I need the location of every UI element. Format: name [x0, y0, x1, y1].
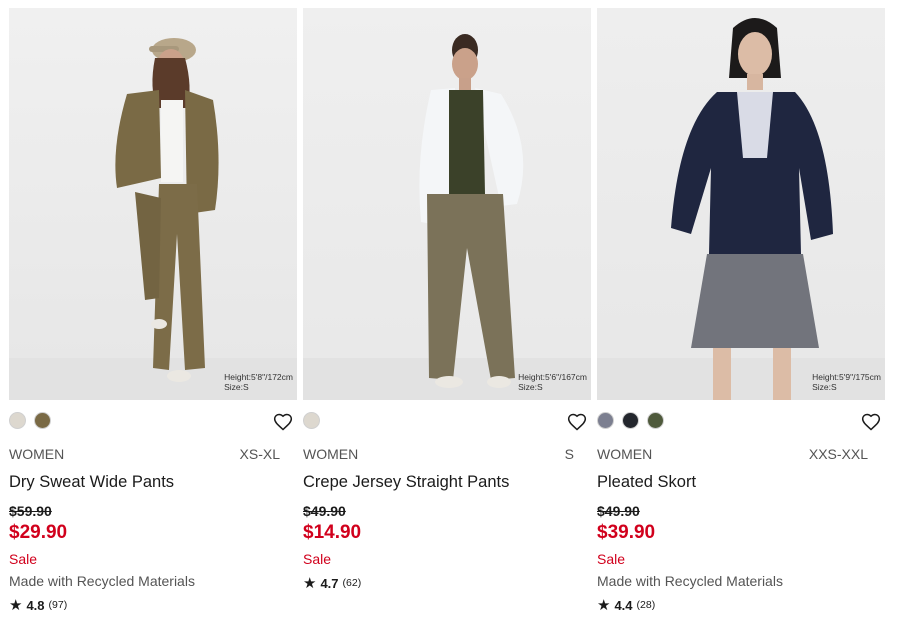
product-name[interactable]: Pleated Skort	[597, 472, 891, 500]
model-height: Height:5'9"/175cm	[812, 372, 881, 382]
model-size: Size:S	[518, 382, 543, 392]
product-card[interactable]: Height:5'9"/175cm Size:S WOMEN XXS-XXL P…	[597, 8, 891, 620]
model-size: Size:S	[812, 382, 837, 392]
gender-label: WOMEN	[597, 446, 653, 462]
heart-outline-icon[interactable]	[567, 412, 587, 432]
star-icon: ★	[9, 597, 23, 614]
swatch-olive[interactable]	[647, 412, 664, 429]
original-price: $59.90	[9, 503, 52, 519]
swatch-olive-brown[interactable]	[34, 412, 51, 429]
model-caption: Height:5'9"/175cm Size:S	[812, 372, 881, 392]
rating-score: 4.4	[614, 597, 633, 613]
star-icon: ★	[303, 575, 317, 592]
swatch-row	[597, 400, 891, 444]
gender-label: WOMEN	[303, 446, 359, 462]
star-icon: ★	[597, 597, 611, 614]
model-height: Height:5'8"/172cm	[224, 372, 293, 382]
swatch-row	[9, 400, 303, 444]
heart-outline-icon[interactable]	[861, 412, 881, 432]
color-swatches	[303, 412, 320, 429]
product-name[interactable]: Crepe Jersey Straight Pants	[303, 472, 597, 500]
product-card[interactable]: Height:5'6"/167cm Size:S WOMEN S Crepe J…	[303, 8, 597, 620]
sale-label: Sale	[9, 551, 38, 567]
rating-count: (62)	[342, 577, 362, 589]
size-range: XS-XL	[239, 446, 280, 462]
meta-row: WOMEN S	[303, 444, 597, 472]
rating[interactable]: ★ 4.7 (62)	[303, 571, 597, 593]
model-height: Height:5'6"/167cm	[518, 372, 587, 382]
product-image[interactable]: Height:5'8"/172cm Size:S	[9, 8, 297, 400]
model-figure	[115, 38, 219, 382]
model-figure	[419, 34, 524, 388]
sale-price: $39.90	[597, 522, 656, 543]
size-range: S	[564, 446, 574, 462]
swatch-row	[303, 400, 597, 444]
swatch-navy-black[interactable]	[622, 412, 639, 429]
rating-score: 4.8	[26, 597, 45, 613]
size-range: XXS-XXL	[808, 446, 868, 462]
sustainability-tag: Made with Recycled Materials	[597, 573, 783, 589]
sale-price: $29.90	[9, 522, 68, 543]
gender-label: WOMEN	[9, 446, 65, 462]
sustainability-tag: Made with Recycled Materials	[9, 573, 195, 589]
original-price: $49.90	[303, 503, 346, 519]
swatch-off-white[interactable]	[303, 412, 320, 429]
product-grid: Height:5'8"/172cm Size:S WOMEN XS-XL Dry…	[0, 0, 898, 625]
color-swatches	[9, 412, 51, 429]
rating-count: (97)	[48, 599, 68, 611]
rating-score: 4.7	[320, 575, 339, 591]
product-image[interactable]: Height:5'9"/175cm Size:S	[597, 8, 885, 400]
rating[interactable]: ★ 4.8 (97)	[9, 593, 303, 615]
rating[interactable]: ★ 4.4 (28)	[597, 593, 891, 615]
sale-label: Sale	[303, 551, 332, 567]
swatch-gray-blue[interactable]	[597, 412, 614, 429]
model-figure	[671, 18, 833, 400]
model-caption: Height:5'6"/167cm Size:S	[518, 372, 587, 392]
color-swatches	[597, 412, 664, 429]
original-price: $49.90	[597, 503, 640, 519]
model-caption: Height:5'8"/172cm Size:S	[224, 372, 293, 392]
meta-row: WOMEN XXS-XXL	[597, 444, 891, 472]
model-size: Size:S	[224, 382, 249, 392]
swatch-off-white[interactable]	[9, 412, 26, 429]
product-image[interactable]: Height:5'6"/167cm Size:S	[303, 8, 591, 400]
product-name[interactable]: Dry Sweat Wide Pants	[9, 472, 303, 500]
rating-count: (28)	[636, 599, 656, 611]
sale-label: Sale	[597, 551, 626, 567]
sale-price: $14.90	[303, 522, 362, 543]
product-card[interactable]: Height:5'8"/172cm Size:S WOMEN XS-XL Dry…	[9, 8, 303, 620]
heart-outline-icon[interactable]	[273, 412, 293, 432]
meta-row: WOMEN XS-XL	[9, 444, 303, 472]
